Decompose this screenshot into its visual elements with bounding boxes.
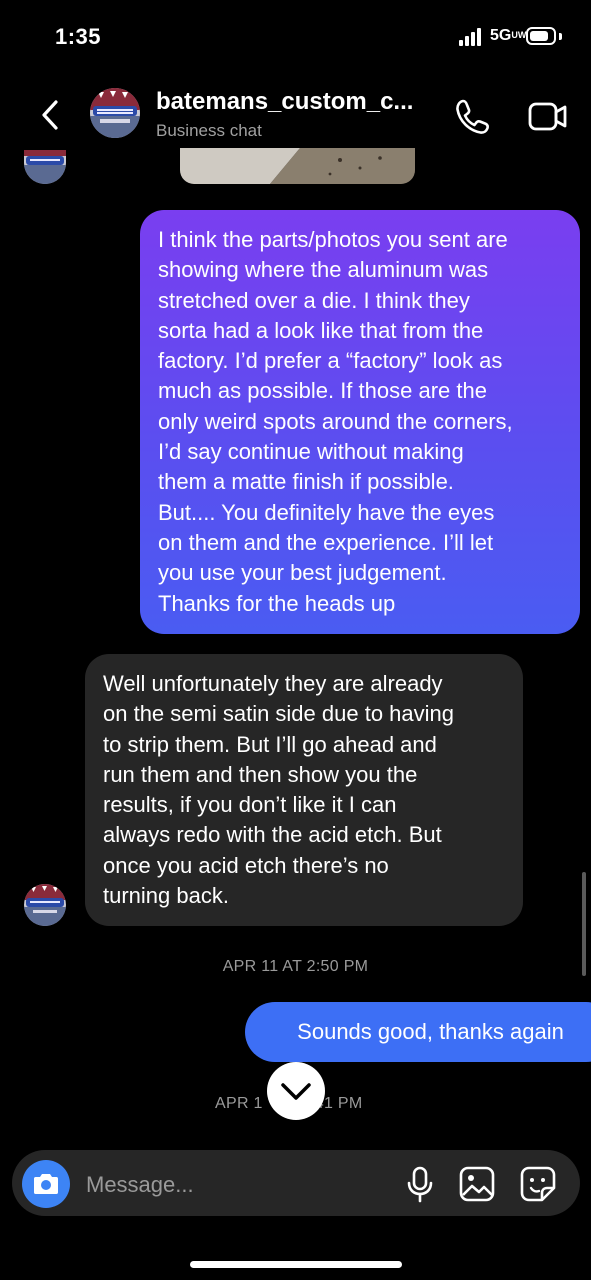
- business-logo-icon: [90, 88, 140, 138]
- back-button[interactable]: [34, 97, 70, 133]
- chat-subtitle: Business chat: [156, 121, 262, 140]
- message-line: run them and then show you the: [103, 761, 418, 787]
- photo-thumbnail-icon: [180, 148, 415, 184]
- message-text: Sounds good, thanks again: [297, 1019, 564, 1044]
- message-line: always redo with the acid etch. But: [103, 822, 442, 848]
- chevron-left-icon: [42, 100, 58, 130]
- message-line: Thanks for the heads up: [158, 590, 396, 616]
- sender-avatar[interactable]: [24, 150, 66, 184]
- scrollbar[interactable]: [582, 872, 586, 976]
- network-type: 5GUW: [490, 27, 527, 44]
- voice-message-button[interactable]: [403, 1164, 437, 1204]
- call-button[interactable]: [452, 95, 494, 137]
- message-line: factory. I’d prefer a “factory” look as: [158, 348, 503, 374]
- message-line: But.... You definitely have the eyes: [158, 499, 495, 525]
- home-indicator[interactable]: [190, 1261, 402, 1268]
- outgoing-message[interactable]: I think the parts/photos you sent are sh…: [140, 210, 580, 634]
- message-input[interactable]: [84, 1165, 388, 1205]
- message-line: showing where the aluminum was: [158, 257, 489, 283]
- cellular-signal-icon: [459, 28, 485, 46]
- avatar[interactable]: [90, 88, 140, 138]
- outgoing-message[interactable]: Sounds good, thanks again: [245, 1002, 591, 1062]
- shared-photo[interactable]: [180, 148, 415, 184]
- battery-cap: [559, 33, 562, 40]
- incoming-message[interactable]: Well unfortunately they are already on t…: [85, 654, 523, 926]
- message-line: them a matte finish if possible.: [158, 469, 454, 495]
- video-camera-icon: [528, 102, 567, 131]
- microphone-icon: [407, 1166, 433, 1203]
- status-time: 1:35: [55, 24, 102, 49]
- message-line: turning back.: [103, 883, 229, 909]
- business-logo-icon: [24, 150, 66, 184]
- video-call-button[interactable]: [525, 95, 571, 137]
- message-line: Well unfortunately they are already: [103, 671, 443, 696]
- sticker-button[interactable]: [518, 1164, 558, 1204]
- message-line: I’d say continue without making: [158, 439, 464, 465]
- message-line: much as possible. If those are the: [158, 378, 487, 404]
- message-line: on the semi satin side due to having: [103, 701, 455, 727]
- timestamp-part: APR 1: [215, 1095, 263, 1112]
- message-line: I think the parts/photos you sent are: [158, 227, 508, 252]
- message-timestamp: APR 11 AT 2:50 PM: [222, 958, 369, 975]
- scroll-to-bottom-button[interactable]: [267, 1062, 325, 1120]
- phone-icon: [456, 99, 489, 134]
- message-line: on them and the experience. I’ll let: [158, 529, 494, 555]
- business-logo-icon: [24, 884, 66, 926]
- message-line: to strip them. But I’ll go ahead and: [103, 731, 437, 757]
- message-line: results, if you don’t like it I can: [103, 792, 397, 818]
- sender-avatar[interactable]: [24, 884, 66, 926]
- message-line: only weird spots around the corners,: [158, 408, 513, 434]
- chevron-down-icon: [281, 1083, 311, 1100]
- image-icon: [459, 1166, 495, 1202]
- message-line: stretched over a die. I think they: [158, 287, 470, 313]
- message-line: sorta had a look like that from the: [158, 317, 484, 343]
- message-line: you use your best judgement.: [158, 560, 447, 586]
- battery-icon: [526, 27, 556, 45]
- gallery-button[interactable]: [457, 1164, 497, 1204]
- chat-title[interactable]: batemans_custom_c...: [156, 88, 413, 116]
- message-line: once you acid etch there’s no: [103, 852, 389, 878]
- camera-icon: [34, 1174, 58, 1194]
- camera-button[interactable]: [22, 1160, 70, 1208]
- sticker-icon: [520, 1166, 556, 1202]
